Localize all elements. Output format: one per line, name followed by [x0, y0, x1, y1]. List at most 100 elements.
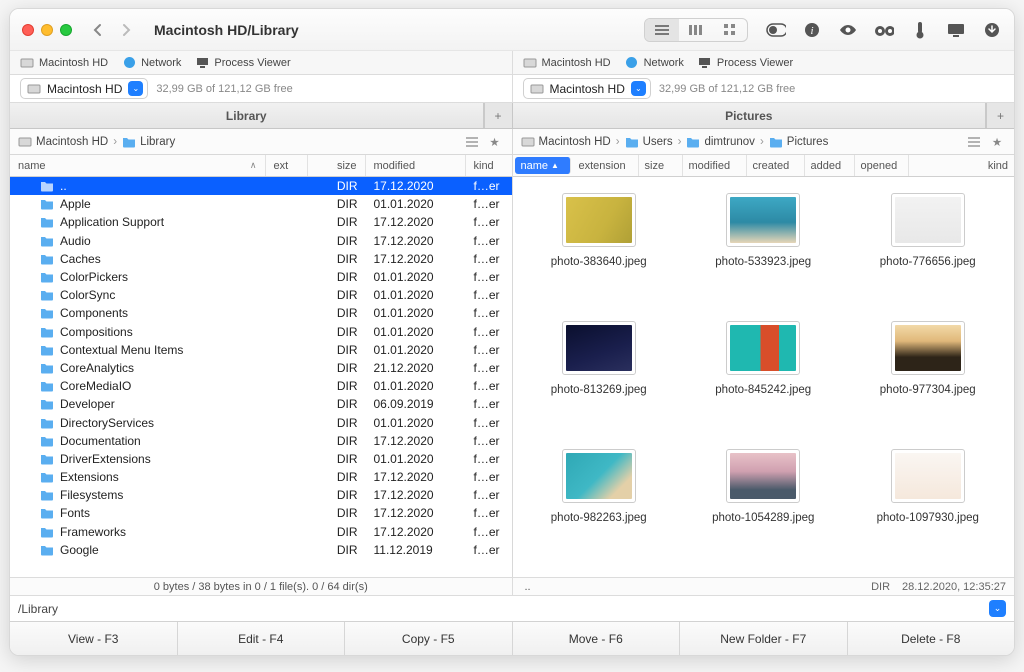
- folder-icon: [40, 252, 54, 266]
- minimize-icon[interactable]: [41, 24, 53, 36]
- thumbnail-item[interactable]: photo-1097930.jpeg: [848, 449, 1009, 573]
- file-row[interactable]: Application SupportDIR17.12.2020f…er: [10, 213, 512, 231]
- icon-view[interactable]: photo-383640.jpegphoto-533923.jpegphoto-…: [513, 177, 1015, 577]
- eye-icon[interactable]: [838, 23, 858, 37]
- list-toggle-icon[interactable]: [463, 137, 481, 147]
- thumbnail-item[interactable]: photo-1054289.jpeg: [683, 449, 844, 573]
- favorite-icon[interactable]: ★: [988, 135, 1006, 149]
- col-opened[interactable]: opened: [855, 155, 909, 176]
- file-row[interactable]: DirectoryServicesDIR01.01.2020f…er: [10, 413, 512, 431]
- file-row[interactable]: AudioDIR17.12.2020f…er: [10, 232, 512, 250]
- col-extension[interactable]: extension: [573, 155, 639, 176]
- back-button[interactable]: [86, 18, 110, 42]
- file-row[interactable]: DocumentationDIR17.12.2020f…er: [10, 432, 512, 450]
- tab-volumes-right[interactable]: Macintosh HD: [523, 56, 611, 70]
- col-size[interactable]: size: [308, 155, 366, 176]
- download-icon[interactable]: [982, 22, 1002, 38]
- file-row[interactable]: CoreAnalyticsDIR21.12.2020f…er: [10, 359, 512, 377]
- tab-process-left[interactable]: Process Viewer: [195, 56, 290, 70]
- col-kind[interactable]: kind: [909, 155, 1015, 176]
- tab-volumes-left[interactable]: Macintosh HD: [20, 56, 108, 70]
- col-modified[interactable]: modified: [683, 155, 747, 176]
- col-name[interactable]: name▲: [515, 157, 571, 174]
- breadcrumb-item[interactable]: Users: [625, 135, 673, 149]
- status-right: .. DIR 28.12.2020, 12:35:27: [513, 578, 1015, 595]
- file-row[interactable]: DriverExtensionsDIR01.01.2020f…er: [10, 450, 512, 468]
- thermometer-icon[interactable]: [910, 21, 930, 39]
- file-row[interactable]: GoogleDIR11.12.2019f…er: [10, 541, 512, 559]
- binoculars-icon[interactable]: [874, 23, 894, 37]
- list-toggle-icon[interactable]: [965, 137, 983, 147]
- col-added[interactable]: added: [805, 155, 855, 176]
- thumbnail-item[interactable]: photo-776656.jpeg: [848, 193, 1009, 317]
- fkey-button[interactable]: Move - F6: [513, 622, 681, 655]
- view-columns-button[interactable]: [679, 19, 713, 41]
- file-row[interactable]: CoreMediaIODIR01.01.2020f…er: [10, 377, 512, 395]
- col-name[interactable]: name∧: [10, 155, 266, 176]
- tab-network-right[interactable]: Network: [625, 56, 684, 70]
- file-row[interactable]: FontsDIR17.12.2020f…er: [10, 504, 512, 522]
- breadcrumb-item[interactable]: Macintosh HD: [521, 135, 611, 149]
- fkey-button[interactable]: Delete - F8: [848, 622, 1015, 655]
- thumbnail-item[interactable]: photo-977304.jpeg: [848, 321, 1009, 445]
- info-icon[interactable]: i: [802, 22, 822, 38]
- col-created[interactable]: created: [747, 155, 805, 176]
- col-modified[interactable]: modified: [366, 155, 466, 176]
- close-icon[interactable]: [22, 24, 34, 36]
- thumbnail-item[interactable]: photo-845242.jpeg: [683, 321, 844, 445]
- file-row[interactable]: FilesystemsDIR17.12.2020f…er: [10, 486, 512, 504]
- status-parent: ..: [525, 581, 531, 593]
- thumbnail-label: photo-982263.jpeg: [551, 511, 647, 525]
- favorite-icon[interactable]: ★: [486, 135, 504, 149]
- hdd-icon: [18, 135, 32, 149]
- fkey-button[interactable]: New Folder - F7: [680, 622, 848, 655]
- file-row[interactable]: ..DIR17.12.2020f…er: [10, 177, 512, 195]
- forward-button[interactable]: [114, 18, 138, 42]
- chevron-down-icon[interactable]: ⌄: [631, 81, 646, 96]
- tab-network-left[interactable]: Network: [122, 56, 181, 70]
- col-size[interactable]: size: [639, 155, 683, 176]
- zoom-icon[interactable]: [60, 24, 72, 36]
- folder-icon: [625, 135, 639, 149]
- file-row[interactable]: CachesDIR17.12.2020f…er: [10, 250, 512, 268]
- pane-tab-right[interactable]: Pictures: [513, 103, 987, 128]
- thumbnail-item[interactable]: photo-383640.jpeg: [519, 193, 680, 317]
- file-row[interactable]: ColorSyncDIR01.01.2020f…er: [10, 286, 512, 304]
- file-row[interactable]: DeveloperDIR06.09.2019f…er: [10, 395, 512, 413]
- file-row[interactable]: AppleDIR01.01.2020f…er: [10, 195, 512, 213]
- pane-tab-left[interactable]: Library: [10, 103, 484, 128]
- file-row[interactable]: ColorPickersDIR01.01.2020f…er: [10, 268, 512, 286]
- file-row[interactable]: Contextual Menu ItemsDIR01.01.2020f…er: [10, 341, 512, 359]
- thumbnail-item[interactable]: photo-982263.jpeg: [519, 449, 680, 573]
- folder-icon: [40, 543, 54, 557]
- file-list[interactable]: ..DIR17.12.2020f…erAppleDIR01.01.2020f…e…: [10, 177, 512, 577]
- command-dropdown[interactable]: ⌄: [989, 600, 1006, 617]
- new-tab-left[interactable]: +: [484, 103, 512, 128]
- view-list-button[interactable]: [645, 19, 679, 41]
- col-kind[interactable]: kind: [466, 155, 512, 176]
- toggle-icon[interactable]: [766, 23, 786, 37]
- thumbnail-item[interactable]: photo-813269.jpeg: [519, 321, 680, 445]
- left-pane: name∧ ext size modified kind ..DIR17.12.…: [10, 155, 513, 577]
- breadcrumb-item[interactable]: dimtrunov: [686, 135, 755, 149]
- file-row[interactable]: CompositionsDIR01.01.2020f…er: [10, 323, 512, 341]
- new-tab-right[interactable]: +: [986, 103, 1014, 128]
- monitor-icon[interactable]: [946, 23, 966, 37]
- volume-selector-left[interactable]: Macintosh HD ⌄: [20, 78, 148, 99]
- volume-selector-right[interactable]: Macintosh HD ⌄: [523, 78, 651, 99]
- fkey-button[interactable]: View - F3: [10, 622, 178, 655]
- breadcrumb-item[interactable]: Pictures: [769, 135, 829, 149]
- file-row[interactable]: ExtensionsDIR17.12.2020f…er: [10, 468, 512, 486]
- command-input[interactable]: [68, 600, 979, 618]
- file-row[interactable]: ComponentsDIR01.01.2020f…er: [10, 304, 512, 322]
- fkey-button[interactable]: Edit - F4: [178, 622, 346, 655]
- thumbnail-item[interactable]: photo-533923.jpeg: [683, 193, 844, 317]
- fkey-button[interactable]: Copy - F5: [345, 622, 513, 655]
- breadcrumb-item[interactable]: Macintosh HD: [18, 135, 108, 149]
- breadcrumb-item[interactable]: Library: [122, 135, 175, 149]
- chevron-down-icon[interactable]: ⌄: [128, 81, 143, 96]
- view-grid-button[interactable]: [713, 19, 747, 41]
- col-ext[interactable]: ext: [266, 155, 308, 176]
- tab-process-right[interactable]: Process Viewer: [698, 56, 793, 70]
- file-row[interactable]: FrameworksDIR17.12.2020f…er: [10, 523, 512, 541]
